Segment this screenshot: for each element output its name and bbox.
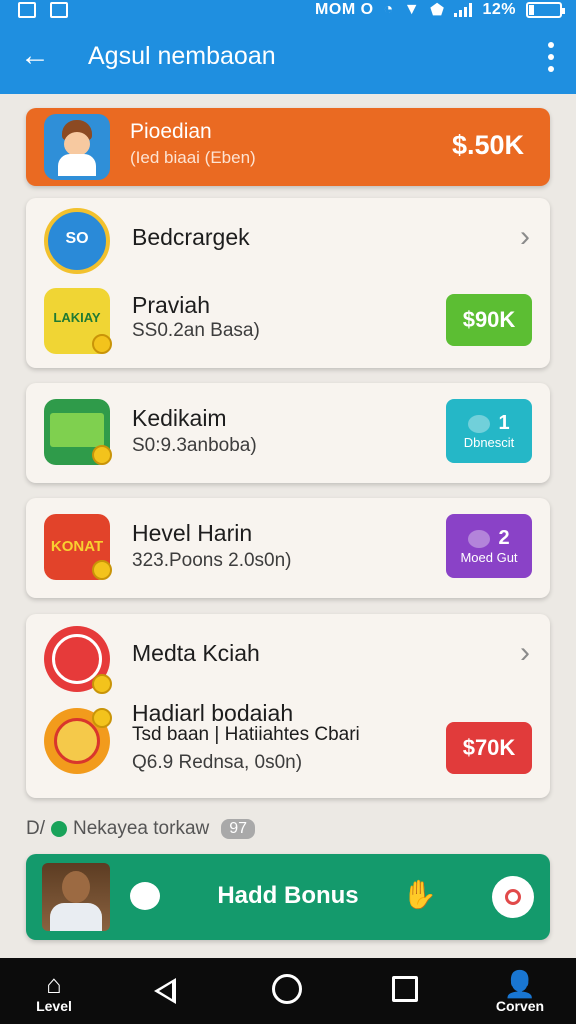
reward-card-1: SO Bedcrargek › LAKIAY Praviah SS0.2an B…	[26, 198, 550, 368]
tag-icon	[468, 529, 491, 548]
recents-square-icon[interactable]	[390, 974, 424, 1008]
location-icon-button[interactable]	[492, 876, 534, 918]
status-dot-icon	[51, 821, 67, 837]
list-item-hadiarl[interactable]: Hadiarl bodaiah Tsd baan | Hatiiahtes Cb…	[26, 700, 550, 798]
banner-amount: $.50K	[451, 130, 524, 160]
list-item-bedcrargek[interactable]: SO Bedcrargek ›	[26, 198, 550, 278]
more-options-icon[interactable]	[546, 42, 556, 72]
section-prefix: D/	[26, 818, 45, 839]
tag-badge-button[interactable]: 2 Moed Gut	[446, 514, 532, 578]
battery-percent: 12%	[482, 1, 516, 18]
count-badge: 97	[221, 819, 256, 839]
back-arrow-icon[interactable]: ←	[20, 40, 52, 72]
item-name: Hadiarl bodaiah	[132, 700, 294, 726]
home-circle-icon[interactable]	[272, 974, 306, 1008]
item-name: Hevel Harin	[132, 520, 253, 546]
nav-level[interactable]: ⌂ Level	[24, 970, 84, 1014]
chevron-right-icon[interactable]: ›	[520, 636, 530, 670]
amount-button[interactable]: $70K	[446, 722, 532, 774]
section-header: D/ Nekayea torkaw 97	[26, 818, 256, 840]
status-icons-right: MOM O ◔ ▼ ⬟ 12%	[315, 0, 565, 20]
bonus-banner[interactable]: Hadd Bonus ✋	[26, 854, 550, 940]
item-subtitle: 323.Poons 2.0s0n)	[132, 550, 292, 571]
status-icons-left	[18, 2, 68, 18]
amount-button[interactable]: $90K	[446, 294, 532, 346]
home-icon: ⌂	[46, 969, 62, 999]
promo-ticket-icon: KONAT	[44, 514, 112, 580]
reward-card-2[interactable]: Kedikaim S0:9.3anboba) 1 Dbnescit	[26, 383, 550, 483]
lottery-ticket-icon: LAKIAY	[44, 288, 112, 354]
reward-card-4: Medta Kciah › Hadiarl bodaiah Tsd baan |…	[26, 614, 550, 798]
item-name: Praviah	[132, 292, 210, 318]
section-title: Nekayea torkaw	[73, 818, 210, 839]
page-title: Agsul nembaoan	[88, 42, 276, 70]
person-icon: 👤	[503, 969, 537, 999]
thumbs-up-icon: ✋	[402, 879, 437, 910]
timer-prize-icon	[44, 708, 112, 774]
alarm-clock-icon	[44, 626, 112, 694]
tag-badge-button[interactable]: 1 Dbnescit	[446, 399, 532, 463]
alarm-icon: ◔	[383, 1, 394, 18]
banner-title: Pioedian	[130, 120, 212, 143]
app-bar: ← Agsul nembaoan	[0, 22, 576, 94]
item-subtitle: Tsd baan | Hatiiahtes Cbari	[132, 724, 360, 745]
item-name: Bedcrargek	[132, 224, 250, 250]
tag-icon	[468, 414, 491, 433]
item-subtitle: S0:9.3anboba)	[132, 435, 257, 456]
image-icon	[50, 2, 68, 18]
reward-card-3[interactable]: KONAT Hevel Harin 323.Poons 2.0s0n) 2 Mo…	[26, 498, 550, 598]
item-subtitle: SS0.2an Basa)	[132, 320, 260, 341]
wifi-icon: ▼	[403, 1, 421, 18]
list-item-praviah[interactable]: LAKIAY Praviah SS0.2an Basa) $90K	[26, 284, 550, 368]
notification-icon	[18, 2, 36, 18]
top-banner[interactable]: Pioedian (Ied biaai (Eben) $.50K	[26, 108, 550, 186]
item-name: Kedikaim	[132, 405, 227, 431]
list-item-medta-kciah[interactable]: Medta Kciah ›	[26, 614, 550, 694]
carrier-label: MOM O	[315, 1, 374, 18]
item-name: Medta Kciah	[132, 640, 260, 666]
shield-icon: ⬟	[430, 2, 445, 19]
bonus-label: Hadd Bonus	[217, 882, 359, 909]
back-triangle-icon[interactable]	[150, 974, 184, 1008]
cash-bundle-icon	[44, 399, 112, 465]
battery-icon	[526, 2, 565, 18]
nav-profile-label: Corven	[495, 998, 545, 1014]
banner-subtitle: (Ied biaai (Eben)	[130, 148, 256, 167]
bottom-nav: ⌂ Level 👤 Corven	[0, 958, 576, 1024]
nav-profile[interactable]: 👤 Corven	[490, 970, 550, 1014]
status-bar: MOM O ◔ ▼ ⬟ 12%	[0, 0, 576, 22]
nav-level-label: Level	[36, 998, 72, 1014]
chevron-right-icon[interactable]: ›	[520, 220, 530, 254]
signal-icon	[454, 3, 473, 17]
coin-badge-icon: SO	[44, 208, 110, 274]
item-detail: Q6.9 Rednsa, 0s0n)	[132, 752, 303, 773]
chef-avatar-icon	[44, 114, 110, 180]
